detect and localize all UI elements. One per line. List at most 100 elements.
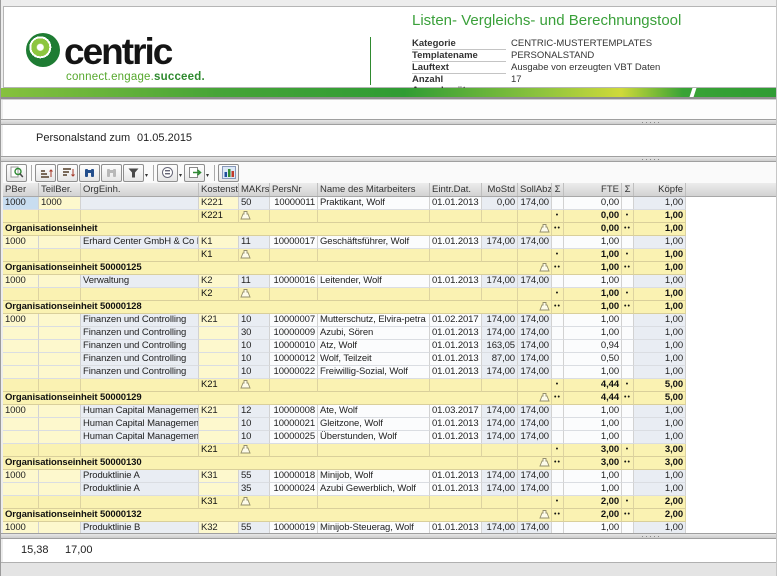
cell-kostenst[interactable]: K31 bbox=[199, 496, 239, 509]
cell-makrs[interactable] bbox=[239, 210, 270, 223]
cell-pber[interactable]: 1000 bbox=[3, 197, 39, 210]
table-row[interactable]: 1000Human Capital ManagementK21121000000… bbox=[3, 405, 776, 418]
cell-fte[interactable]: 1,00 bbox=[564, 418, 622, 431]
cell-orgeinh[interactable] bbox=[81, 444, 199, 457]
cell-fte[interactable]: 1,00 bbox=[564, 405, 622, 418]
find-next-button[interactable] bbox=[101, 164, 122, 182]
cell-mostd[interactable] bbox=[482, 444, 518, 457]
export-dropdown-icon[interactable]: ▾ bbox=[206, 172, 209, 179]
cell-eintr[interactable] bbox=[430, 496, 482, 509]
cell-sig1[interactable]: • bbox=[552, 288, 564, 301]
cell-persnr[interactable] bbox=[270, 249, 318, 262]
cell-mostd[interactable]: 174,00 bbox=[482, 522, 518, 533]
cell-orgeinh[interactable]: Finanzen und Controlling bbox=[81, 327, 199, 340]
cell-name[interactable]: Geschäftsführer, Wolf bbox=[318, 236, 430, 249]
column-header-orgeinh[interactable]: OrgEinh. bbox=[81, 183, 199, 196]
cell-makrs[interactable] bbox=[239, 496, 270, 509]
cell-sig2[interactable] bbox=[622, 366, 634, 379]
group-drill-cell[interactable] bbox=[518, 301, 552, 314]
cell-kostenst[interactable] bbox=[199, 327, 239, 340]
cell-fte[interactable]: 0,50 bbox=[564, 353, 622, 366]
cell-orgeinh[interactable]: Produktlinie A bbox=[81, 470, 199, 483]
cell-persnr[interactable]: 10000012 bbox=[270, 353, 318, 366]
cell-sig1[interactable]: • bbox=[552, 379, 564, 392]
cell-sig2[interactable] bbox=[622, 470, 634, 483]
cell-pber[interactable] bbox=[3, 444, 39, 457]
cell-koepfe[interactable]: 1,00 bbox=[634, 405, 686, 418]
cell-sollabz[interactable]: 174,00 bbox=[518, 275, 552, 288]
cell-teilber[interactable] bbox=[39, 366, 81, 379]
cell-persnr[interactable]: 10000025 bbox=[270, 431, 318, 444]
cell-teilber[interactable] bbox=[39, 353, 81, 366]
cell-eintr[interactable]: 01.01.2013 bbox=[430, 483, 482, 496]
cell-eintr[interactable]: 01.03.2017 bbox=[430, 405, 482, 418]
cell-eintr[interactable]: 01.02.2017 bbox=[430, 314, 482, 327]
cell-sollabz[interactable] bbox=[518, 379, 552, 392]
table-row[interactable]: Finanzen und Controlling1010000010Atz, W… bbox=[3, 340, 776, 353]
cell-name[interactable]: Atz, Wolf bbox=[318, 340, 430, 353]
column-header-sollabz[interactable]: SollAbz bbox=[518, 183, 552, 196]
cell-sollabz[interactable]: 174,00 bbox=[518, 327, 552, 340]
cell-makrs[interactable] bbox=[239, 379, 270, 392]
cell-pber[interactable] bbox=[3, 496, 39, 509]
cell-eintr[interactable]: 01.01.2013 bbox=[430, 197, 482, 210]
cell-koepfe[interactable]: 1,00 bbox=[634, 340, 686, 353]
table-row[interactable]: 10001000K2215010000011Praktikant, Wolf01… bbox=[3, 197, 776, 210]
group-drill-cell[interactable] bbox=[518, 262, 552, 275]
cell-pber[interactable] bbox=[3, 483, 39, 496]
cell-sig1[interactable]: • bbox=[552, 249, 564, 262]
cell-teilber[interactable] bbox=[39, 236, 81, 249]
cell-pber[interactable] bbox=[3, 366, 39, 379]
cell-persnr[interactable] bbox=[270, 210, 318, 223]
cell-eintr[interactable]: 01.01.2013 bbox=[430, 275, 482, 288]
cell-makrs[interactable]: 30 bbox=[239, 327, 270, 340]
cell-name[interactable] bbox=[318, 249, 430, 262]
cell-pber[interactable] bbox=[3, 288, 39, 301]
cell-koepfe[interactable]: 2,00 bbox=[634, 496, 686, 509]
cell-koepfe[interactable]: 1,00 bbox=[634, 353, 686, 366]
cell-name[interactable]: Leitender, Wolf bbox=[318, 275, 430, 288]
cell-koepfe[interactable]: 1,00 bbox=[634, 327, 686, 340]
cell-fte[interactable]: 1,00 bbox=[564, 314, 622, 327]
cell-pber[interactable] bbox=[3, 249, 39, 262]
cell-sig1[interactable]: • bbox=[552, 496, 564, 509]
cell-fte[interactable]: 2,00 bbox=[564, 496, 622, 509]
cell-pber[interactable] bbox=[3, 210, 39, 223]
cell-eintr[interactable] bbox=[430, 379, 482, 392]
cell-name[interactable]: Praktikant, Wolf bbox=[318, 197, 430, 210]
totals-dropdown-icon[interactable]: ▾ bbox=[179, 172, 182, 179]
cell-sollabz[interactable] bbox=[518, 210, 552, 223]
cell-koepfe[interactable]: 1,00 bbox=[634, 249, 686, 262]
subtotal-row[interactable]: K21•3,00•3,00 bbox=[3, 444, 776, 457]
cell-name[interactable] bbox=[318, 444, 430, 457]
cell-orgeinh[interactable]: Human Capital Management bbox=[81, 418, 199, 431]
cell-fte[interactable]: 1,00 bbox=[564, 275, 622, 288]
cell-koepfe[interactable]: 1,00 bbox=[634, 418, 686, 431]
cell-sollabz[interactable]: 174,00 bbox=[518, 197, 552, 210]
cell-kostenst[interactable]: K21 bbox=[199, 444, 239, 457]
cell-sig2[interactable] bbox=[622, 405, 634, 418]
table-row[interactable]: Human Capital Management1010000025Überst… bbox=[3, 431, 776, 444]
cell-sig2[interactable]: • bbox=[622, 379, 634, 392]
cell-name[interactable] bbox=[318, 210, 430, 223]
cell-mostd[interactable]: 174,00 bbox=[482, 470, 518, 483]
cell-pber[interactable] bbox=[3, 418, 39, 431]
cell-fte[interactable]: 1,00 bbox=[564, 431, 622, 444]
cell-fte[interactable]: 1,00 bbox=[564, 236, 622, 249]
cell-sig1[interactable] bbox=[552, 470, 564, 483]
cell-mostd[interactable]: 163,05 bbox=[482, 340, 518, 353]
cell-koepfe[interactable]: 5,00 bbox=[634, 379, 686, 392]
cell-name[interactable]: Gleitzone, Wolf bbox=[318, 418, 430, 431]
cell-fte[interactable]: 4,44 bbox=[564, 379, 622, 392]
cell-name[interactable]: Azubi, Sören bbox=[318, 327, 430, 340]
cell-pber[interactable] bbox=[3, 353, 39, 366]
cell-makrs[interactable]: 10 bbox=[239, 418, 270, 431]
cell-makrs[interactable]: 50 bbox=[239, 197, 270, 210]
cell-makrs[interactable] bbox=[239, 249, 270, 262]
cell-kostenst[interactable] bbox=[199, 431, 239, 444]
cell-teilber[interactable] bbox=[39, 470, 81, 483]
cell-kostenst[interactable]: K1 bbox=[199, 236, 239, 249]
subtotal-row[interactable]: K21•4,44•5,00 bbox=[3, 379, 776, 392]
cell-makrs[interactable]: 10 bbox=[239, 366, 270, 379]
cell-sig2[interactable] bbox=[622, 483, 634, 496]
